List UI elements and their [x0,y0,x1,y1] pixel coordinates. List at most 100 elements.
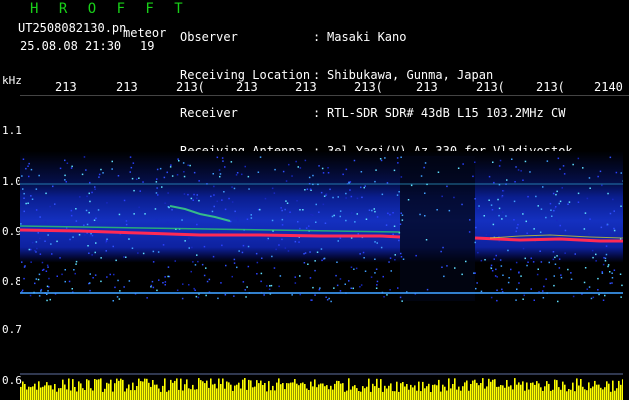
amplitude-bar [454,378,456,400]
noise-speck [542,297,545,299]
amplitude-bar [350,389,352,400]
noise-speck [176,174,179,176]
noise-speck [307,263,309,265]
noise-speck [390,214,393,216]
noise-speck [320,191,323,194]
x-tick-label: 213 [295,80,317,94]
date-time: 25.08.08 21:30 [20,39,122,53]
amplitude-bar [118,380,120,400]
noise-speck [112,300,114,302]
noise-speck [491,270,494,272]
noise-speck [279,275,282,277]
amplitude-bar [226,381,228,400]
amplitude-bar [100,378,102,400]
noise-speck [597,289,599,291]
noise-speck [294,282,297,284]
amplitude-bar [532,382,534,400]
amplitude-bar [20,386,22,400]
noise-speck [361,196,363,199]
amplitude-bar [234,385,236,400]
amplitude-bar [122,379,124,400]
amplitude-bar [606,381,608,400]
noise-speck [502,190,505,192]
amplitude-bar [356,388,358,400]
noise-speck [129,156,132,158]
noise-speck [376,216,379,218]
noise-speck [233,187,236,190]
amplitude-bar [290,382,292,400]
noise-speck [540,217,542,219]
noise-speck [281,224,284,226]
noise-speck [605,245,608,247]
noise-speck [612,198,614,201]
amplitude-bar [156,384,158,400]
noise-speck [89,181,91,184]
noise-speck [69,238,71,241]
amplitude-bar [286,383,288,400]
noise-speck [604,260,607,262]
noise-speck [604,257,607,260]
amplitude-bar [192,384,194,400]
amplitude-bar [522,381,524,400]
noise-speck [138,206,140,209]
amplitude-bar [416,390,418,400]
noise-speck [609,282,611,285]
noise-speck [375,268,378,270]
noise-speck [607,265,609,268]
amplitude-bar [462,386,464,400]
noise-speck [516,227,518,229]
amplitude-bar [554,379,556,400]
noise-speck [275,248,277,251]
noise-speck [188,247,190,249]
noise-speck [25,167,27,170]
amplitude-bar [342,383,344,400]
noise-speck [35,251,37,253]
amplitude-bar [210,378,212,400]
amplitude-bar [336,380,338,400]
noise-speck [100,280,102,283]
noise-speck [314,269,316,272]
noise-speck [304,159,307,162]
amplitude-bar [366,386,368,400]
amplitude-bar [218,378,220,400]
amplitude-bar [340,383,342,400]
noise-speck [398,191,400,193]
noise-speck [400,176,403,178]
noise-speck [83,224,85,226]
noise-speck [448,209,451,212]
noise-speck [304,189,306,191]
amplitude-bar [616,388,618,400]
noise-speck [590,297,593,300]
noise-speck [95,217,97,220]
amplitude-bar [588,382,590,400]
amplitude-bar [86,379,88,400]
noise-speck [436,209,438,211]
amplitude-bar [256,380,258,400]
noise-speck [59,257,61,259]
noise-speck [556,255,558,257]
noise-speck [84,234,86,236]
noise-speck [529,171,531,173]
noise-speck [193,287,195,290]
noise-speck [89,289,91,292]
noise-speck [30,261,32,263]
amplitude-bar [46,382,48,400]
amplitude-bar [174,380,176,400]
noise-speck [522,247,525,250]
noise-speck [40,288,43,291]
amplitude-bar [254,386,256,400]
amplitude-bar [114,383,116,400]
noise-speck [156,168,159,171]
amplitude-bar [182,390,184,400]
amplitude-bar [446,390,448,400]
noise-speck [389,289,391,291]
amplitude-bar [620,384,622,400]
detection-count: 19 [140,39,155,53]
noise-speck [263,294,265,296]
amplitude-bar [568,389,570,400]
amplitude-bar [500,385,502,400]
noise-speck [170,164,172,166]
noise-speck [113,273,115,276]
noise-speck [39,216,41,218]
amplitude-bar [74,387,76,400]
